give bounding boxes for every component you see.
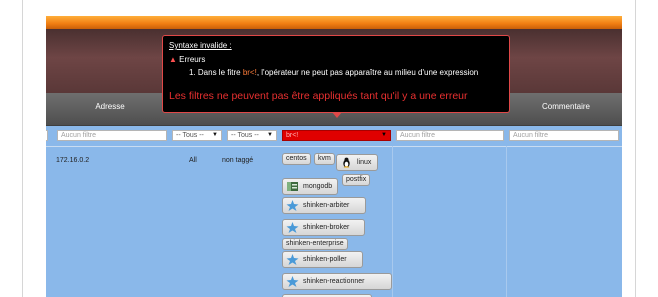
filter-row: Aucun filtre -- Tous -- ▼ -- Tous -- ▼ b… <box>46 126 622 147</box>
tag-postfix[interactable]: postfix <box>342 174 371 186</box>
tag-kvm[interactable]: kvm <box>314 153 335 165</box>
tag-shinken-arbiter-label: shinken-arbiter <box>303 202 350 209</box>
error-highlight: br<! <box>242 68 257 77</box>
tooltip-errors-heading: ▲ Erreurs <box>169 55 205 64</box>
syntax-error-tooltip: Syntaxe invalide : ▲ Erreurs 1. Dans le … <box>162 35 510 118</box>
tag-mongodb-label: mongodb <box>303 183 333 190</box>
tags-filter-select[interactable]: br<! ▼ <box>282 130 391 141</box>
host-address-cell: 172.16.0.2 <box>56 157 90 164</box>
header-address[interactable]: Adresse <box>46 93 174 125</box>
tag-centos[interactable]: centos <box>282 153 311 165</box>
tag-shinken-broker[interactable]: shinken-broker <box>282 219 365 236</box>
error-suffix: , l'opérateur ne peut pas apparaître au … <box>256 68 479 77</box>
warning-triangle-icon: ▲ <box>169 55 177 64</box>
shinken-star-icon <box>286 254 299 265</box>
shinken-star-icon <box>286 222 299 233</box>
top-orange-bar <box>46 16 622 29</box>
linux-penguin-icon <box>343 157 350 168</box>
chevron-down-icon: ▼ <box>212 132 218 138</box>
tooltip-errors-label: Erreurs <box>179 55 206 64</box>
shinken-star-icon <box>286 276 299 287</box>
tag-shinken-poller-label: shinken-poller <box>303 256 347 263</box>
tooltip-message: Les filtres ne peuvent pas être appliqué… <box>169 90 468 102</box>
error-prefix: 1. Dans le fitre <box>189 68 243 77</box>
column-separator <box>506 146 507 297</box>
tag-shinken-enterprise[interactable]: shinken-enterprise <box>282 238 348 250</box>
chevron-down-icon: ▼ <box>381 132 387 138</box>
tag-mongodb[interactable]: mongodb <box>282 178 338 195</box>
name-filter-input[interactable] <box>46 130 48 141</box>
tag-shinken-arbiter[interactable]: shinken-arbiter <box>282 197 366 214</box>
host-tagged-cell: non taggé <box>222 157 254 164</box>
tooltip-pointer <box>332 112 342 118</box>
tooltip-error-item: 1. Dans le fitre br<!, l'opérateur ne pe… <box>189 68 478 77</box>
tag-shinken-broker-label: shinken-broker <box>303 224 350 231</box>
tag-shinken-reactionner-label: shinken-reactionner <box>303 278 365 285</box>
header-comment[interactable]: Commentaire <box>510 93 622 125</box>
realm-filter-select[interactable]: -- Tous -- ▼ <box>172 130 222 141</box>
tagged-filter-select[interactable]: -- Tous -- ▼ <box>227 130 277 141</box>
tagged-filter-value: -- Tous -- <box>231 132 259 139</box>
tag-linux[interactable]: linux <box>336 154 378 171</box>
chevron-down-icon: ▼ <box>267 132 273 138</box>
tag-linux-label: linux <box>357 159 372 166</box>
shinken-star-icon <box>286 200 299 211</box>
tag-shinken-reactionner[interactable]: shinken-reactionner <box>282 273 392 290</box>
tag-shinken-poller[interactable]: shinken-poller <box>282 251 363 268</box>
realm-filter-value: -- Tous -- <box>176 132 204 139</box>
mongodb-database-icon <box>287 182 298 191</box>
address-filter-input[interactable]: Aucun filtre <box>57 130 167 141</box>
host-realm-cell: All <box>189 157 197 164</box>
tooltip-title: Syntaxe invalide : <box>169 41 232 50</box>
column5-filter-input[interactable]: Aucun filtre <box>396 130 504 141</box>
comment-filter-input[interactable]: Aucun filtre <box>509 130 619 141</box>
tags-filter-value: br<! <box>286 132 299 139</box>
column-separator <box>392 146 393 297</box>
